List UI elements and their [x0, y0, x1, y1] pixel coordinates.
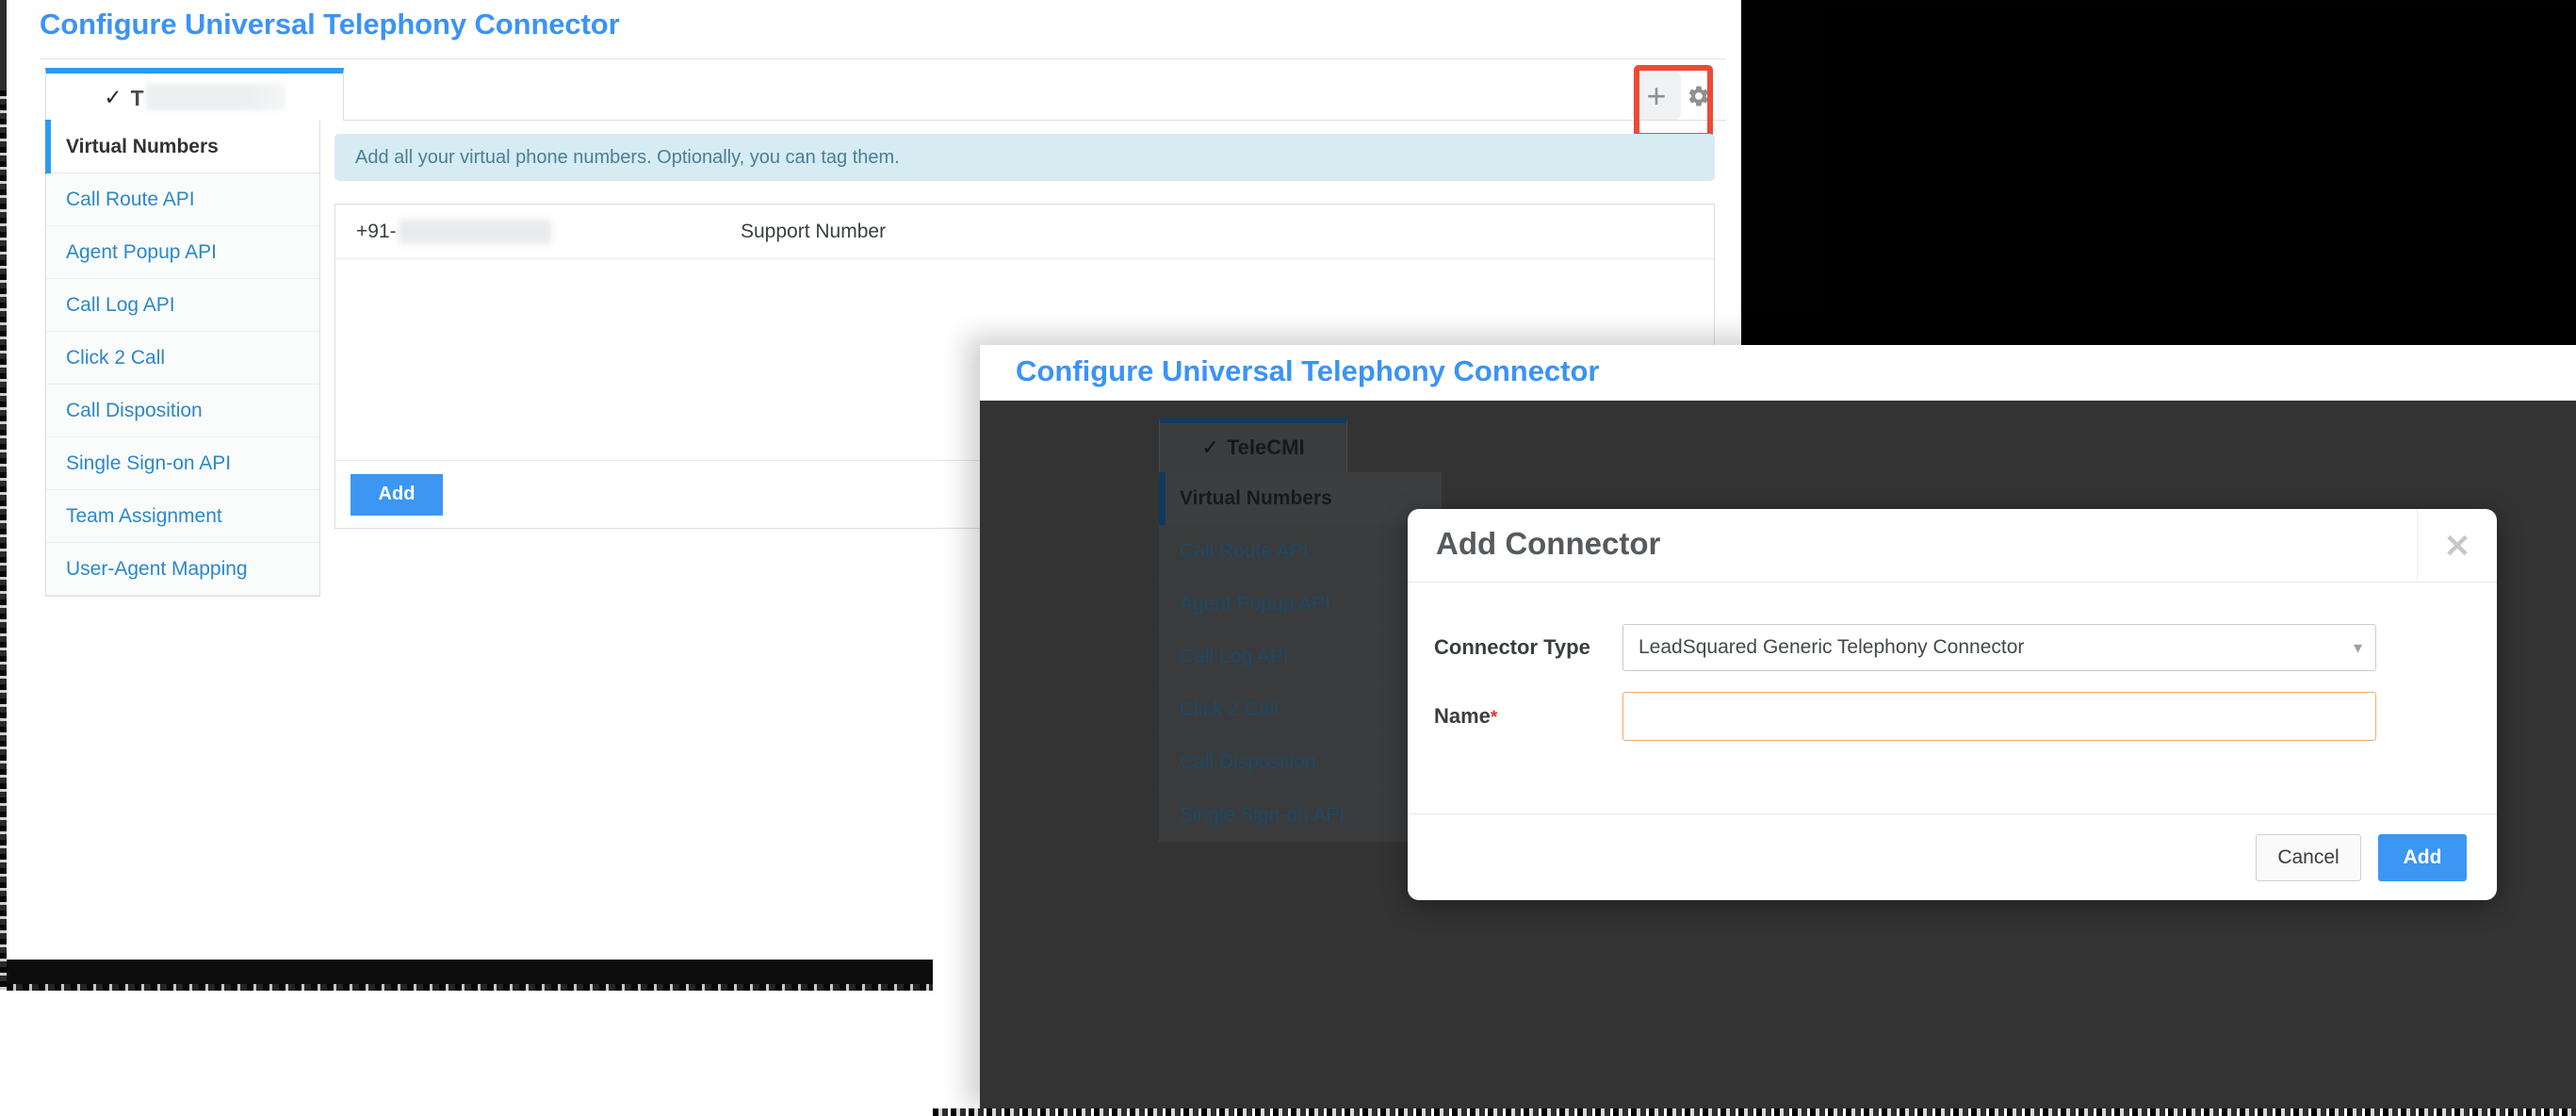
cell-phone-number: +91-: [335, 219, 741, 244]
check-icon: ✓: [104, 84, 122, 109]
title-divider: [40, 58, 1726, 59]
add-button[interactable]: Add: [2378, 833, 2467, 881]
dark-overlay-region: [1741, 0, 2576, 354]
sidebar-item-label: Agent Popup API: [66, 240, 217, 263]
table-row[interactable]: +91- Support Number: [335, 205, 1714, 259]
tab-connector-redacted[interactable]: ✓ T: [45, 68, 344, 121]
sidebar-item-label: Call Log API: [1180, 645, 1289, 667]
sidebar-item-call-log-api[interactable]: Call Log API: [46, 279, 319, 332]
connector-type-label: Connector Type: [1434, 635, 1590, 659]
add-number-button[interactable]: Add: [351, 473, 443, 516]
settings-button[interactable]: [1683, 73, 1715, 120]
connector-type-select[interactable]: LeadSquared Generic Telephony Connector …: [1622, 624, 2376, 671]
field-row-name: Name*: [1408, 692, 2497, 741]
gear-icon: [1688, 86, 1709, 107]
page-title: Configure Universal Telephony Connector: [40, 8, 620, 41]
close-icon[interactable]: ✕: [2437, 528, 2478, 566]
sidebar-item-agent-popup-api[interactable]: Agent Popup API: [46, 226, 319, 279]
sidebar-item-label: Agent Popup API: [1180, 592, 1330, 615]
sidebar-item-call-disposition[interactable]: Call Disposition: [46, 385, 319, 437]
sidebar-item-call-disposition[interactable]: Call Disposition: [1159, 736, 1442, 789]
window-left-edge-artifact: [0, 0, 7, 990]
sidebar-item-virtual-numbers[interactable]: Virtual Numbers: [45, 120, 319, 174]
sidebar-item-label: Single Sign-on API: [66, 451, 232, 474]
dialog-header: Add Connector ✕: [1408, 509, 2497, 583]
check-icon: ✓: [1201, 435, 1219, 459]
sidebar-item-call-route-api[interactable]: Call Route API: [1159, 525, 1442, 578]
tab-label-text: T: [130, 85, 144, 110]
sidebar-item-label: Virtual Numbers: [1180, 486, 1332, 509]
sidebar-item-label: Virtual Numbers: [66, 135, 219, 157]
connector-tabstrip: ✓ T +: [45, 65, 1726, 139]
sidebar-item-label: Team Assignment: [66, 504, 222, 527]
foreground-tabstrip: ✓ TeleCMI: [1159, 418, 2478, 472]
sidebar-item-call-route-api[interactable]: Call Route API: [46, 173, 319, 226]
cancel-button[interactable]: Cancel: [2256, 833, 2361, 881]
dialog-title: Add Connector: [1436, 526, 1661, 561]
sidebar-item-user-agent-mapping[interactable]: User-Agent Mapping: [46, 543, 319, 596]
redaction-blur: [398, 219, 551, 244]
screenshot-stage: Configure Universal Telephony Connector …: [0, 0, 2576, 1116]
dialog-footer: Cancel Add: [1408, 813, 2497, 900]
sidebar-item-label: Click 2 Call: [66, 346, 166, 369]
field-row-connector-type: Connector Type LeadSquared Generic Telep…: [1408, 624, 2497, 671]
redaction-blur: [145, 83, 285, 110]
foreground-titlebar: Configure Universal Telephony Connector: [980, 345, 2576, 401]
connector-type-value: LeadSquared Generic Telephony Connector: [1639, 636, 2025, 658]
sidebar-item-label: User-Agent Mapping: [66, 557, 248, 580]
sidebar-item-label: Call Disposition: [66, 399, 203, 421]
dark-overlay-inner: [1824, 9, 2576, 341]
tab-label: T: [130, 83, 285, 111]
required-marker: *: [1490, 708, 1498, 728]
plus-icon: +: [1646, 76, 1667, 115]
info-banner: Add all your virtual phone numbers. Opti…: [334, 134, 1715, 181]
sidebar-item-label: Call Route API: [66, 188, 195, 210]
dialog-header-divider: [2417, 509, 2418, 583]
connector-sidebar: Virtual Numbers Call Route API Agent Pop…: [45, 120, 320, 597]
add-connector-button[interactable]: +: [1632, 73, 1681, 120]
sidebar-item-label: Click 2 Call: [1180, 698, 1280, 720]
sidebar-item-single-sign-on-api[interactable]: Single Sign-on API: [1159, 789, 1442, 842]
sidebar-item-click-2-call[interactable]: Click 2 Call: [46, 332, 319, 385]
sidebar-item-call-log-api[interactable]: Call Log API: [1159, 631, 1442, 683]
page-title-foreground: Configure Universal Telephony Connector: [1016, 354, 1600, 387]
sidebar-item-label: Single Sign-on API: [1180, 803, 1345, 826]
cell-tag: Support Number: [741, 220, 887, 242]
sidebar-item-click-2-call[interactable]: Click 2 Call: [1159, 683, 1442, 736]
chevron-down-icon: ▾: [2353, 637, 2362, 657]
sidebar-item-team-assignment[interactable]: Team Assignment: [46, 490, 319, 543]
tabstrip-toolbar: +: [1632, 65, 1715, 139]
name-input[interactable]: [1622, 692, 2376, 741]
add-connector-dialog: Add Connector ✕ Connector Type LeadSquar…: [1408, 509, 2497, 900]
name-label: Name*: [1434, 704, 1622, 729]
dialog-body: Connector Type LeadSquared Generic Telep…: [1408, 583, 2497, 813]
tab-telecmi[interactable]: ✓ TeleCMI: [1159, 418, 1347, 472]
sidebar-item-single-sign-on-api[interactable]: Single Sign-on API: [46, 437, 319, 490]
phone-prefix: +91-: [356, 220, 397, 242]
name-label-text: Name: [1434, 704, 1491, 728]
sidebar-item-label: Call Route API: [1180, 539, 1309, 562]
sidebar-item-label: Call Log API: [66, 293, 175, 316]
sidebar-item-label: Call Disposition: [1180, 750, 1316, 773]
sidebar-item-agent-popup-api[interactable]: Agent Popup API: [1159, 578, 1442, 631]
foreground-sidebar: Virtual Numbers Call Route API Agent Pop…: [1159, 472, 1442, 1116]
tab-label: TeleCMI: [1226, 435, 1305, 459]
sidebar-item-virtual-numbers[interactable]: Virtual Numbers: [1159, 472, 1442, 525]
